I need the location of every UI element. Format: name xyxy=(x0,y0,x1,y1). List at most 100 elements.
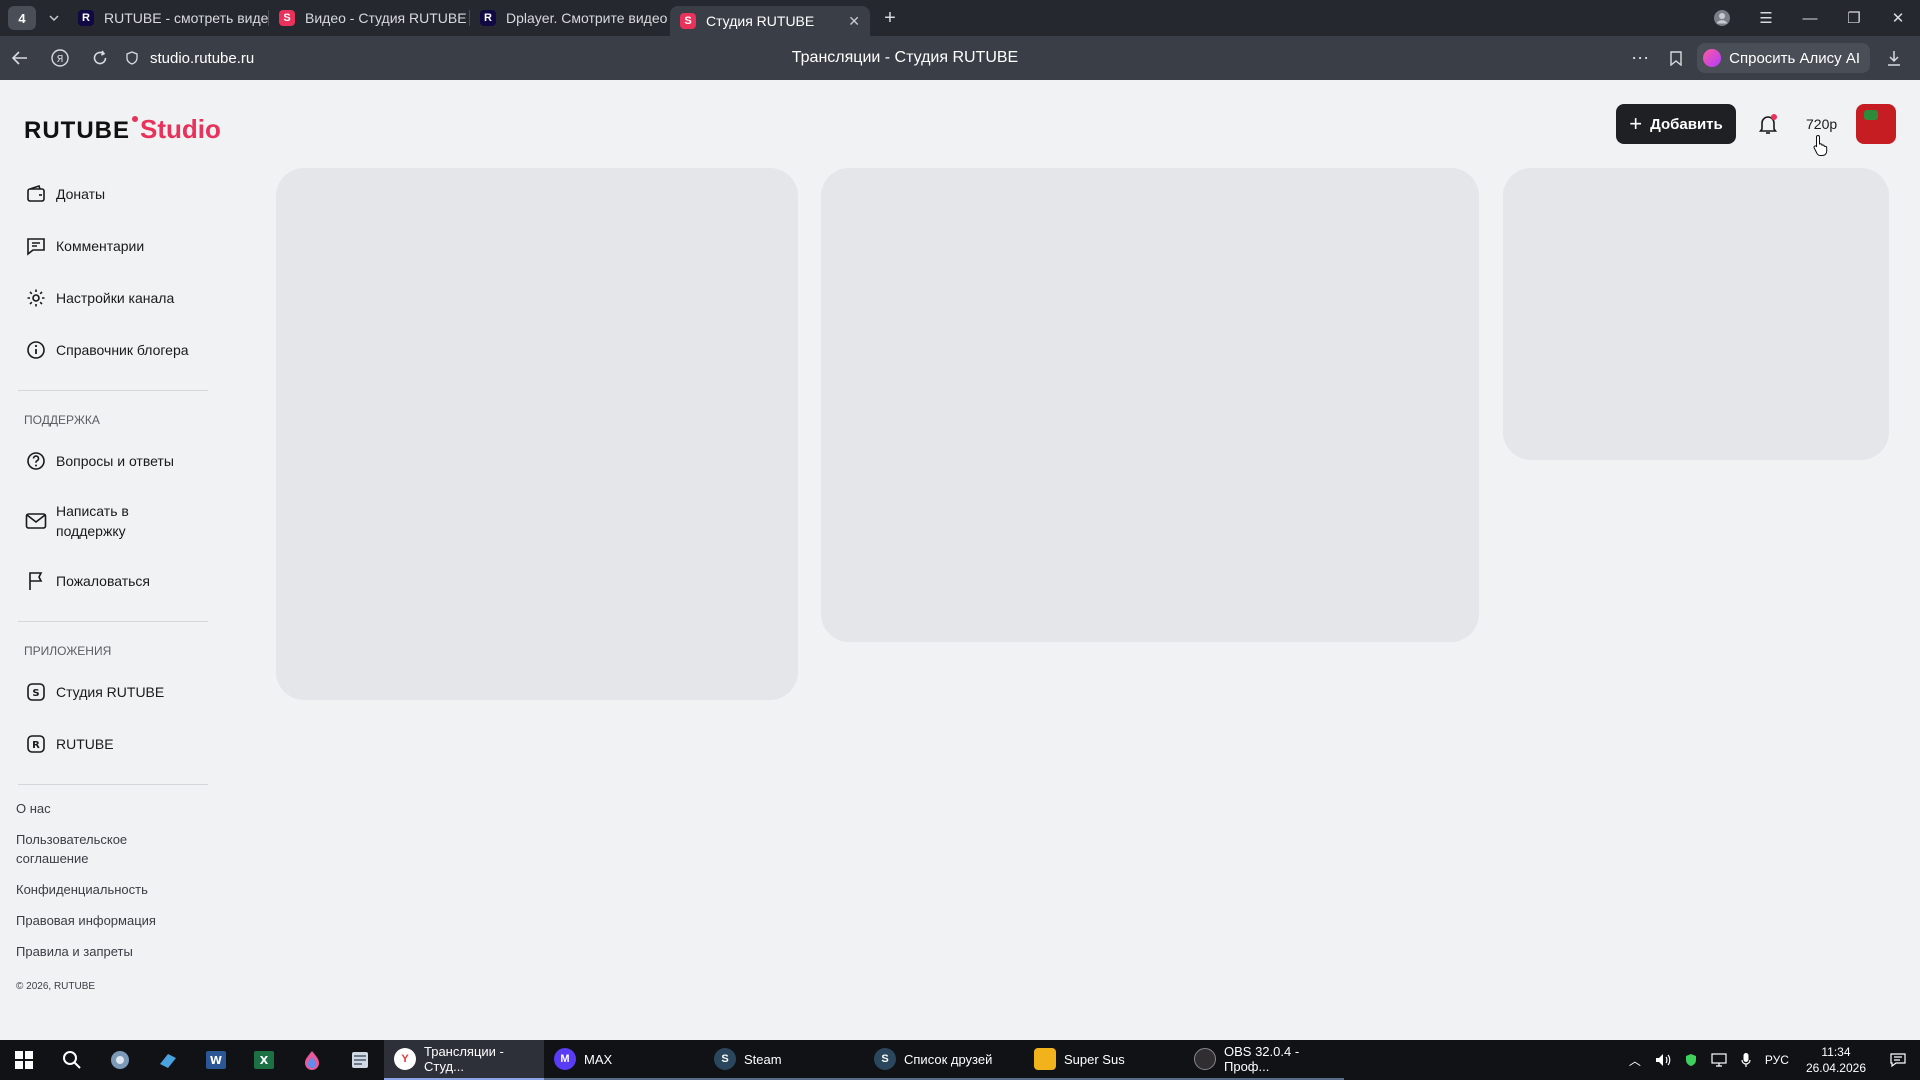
chevron-up-icon[interactable]: ︿ xyxy=(1622,1040,1648,1080)
taskbar-app-label: Список друзей xyxy=(904,1051,993,1067)
pinned-app-icon[interactable] xyxy=(144,1040,192,1080)
browser-tab[interactable]: R RUTUBE - смотреть виде xyxy=(68,4,268,32)
rutube-studio-logo[interactable]: RUTUBE Studio xyxy=(24,114,221,145)
clock[interactable]: 11:34 26.04.2026 xyxy=(1796,1044,1876,1076)
tab-label: Видео - Студия RUTUBE xyxy=(305,10,467,26)
add-button[interactable]: + Добавить xyxy=(1616,104,1736,144)
pinned-app-icon[interactable] xyxy=(96,1040,144,1080)
rutube-favicon-icon: R xyxy=(480,10,496,26)
pinned-app-icon[interactable] xyxy=(336,1040,384,1080)
close-window-icon[interactable]: ✕ xyxy=(1876,0,1920,36)
bell-icon[interactable] xyxy=(1756,112,1780,136)
network-icon[interactable] xyxy=(1704,1040,1734,1080)
taskbar-app-friends[interactable]: S Список друзей xyxy=(864,1040,1024,1080)
browser-tab-active[interactable]: S Студия RUTUBE ✕ xyxy=(670,6,870,36)
super-sus-icon xyxy=(1034,1048,1056,1070)
search-icon[interactable] xyxy=(48,1040,96,1080)
word-icon[interactable]: W xyxy=(192,1040,240,1080)
plus-icon: + xyxy=(1629,111,1643,136)
sidebar-item-channel-settings[interactable]: Настройки канала xyxy=(0,272,230,324)
sidebar-item-comments[interactable]: Комментарии xyxy=(0,220,230,272)
yandex-browser-icon: Y xyxy=(394,1048,416,1070)
minimize-icon[interactable]: — xyxy=(1788,0,1832,36)
address-bar: Я studio.rutube.ru Трансляции - Студия R… xyxy=(0,36,1920,80)
browser-tab-bar: 4 R RUTUBE - смотреть виде S Видео - Сту… xyxy=(0,0,1920,36)
sidebar-item-report[interactable]: Пожаловаться xyxy=(0,555,230,607)
sidebar-item-label: Настройки канала xyxy=(56,290,175,306)
logo-rutube-text: RUTUBE xyxy=(24,117,130,144)
skeleton-card xyxy=(276,168,798,700)
excel-icon[interactable]: X xyxy=(240,1040,288,1080)
sidebar-divider xyxy=(18,784,208,785)
sidebar-item-label: RUTUBE xyxy=(56,736,114,752)
taskbar-app-steam[interactable]: S Steam xyxy=(704,1040,864,1080)
rutube-favicon-icon: R xyxy=(78,10,94,26)
taskbar-app-label: Трансляции - Студ... xyxy=(424,1044,504,1074)
shield-tray-icon[interactable] xyxy=(1678,1040,1704,1080)
taskbar-app-max[interactable]: M MAX xyxy=(544,1040,704,1080)
close-icon[interactable]: ✕ xyxy=(848,13,860,30)
info-icon xyxy=(24,338,48,362)
browser-tab[interactable]: S Видео - Студия RUTUBE xyxy=(269,4,469,32)
quality-badge[interactable]: 720p xyxy=(1806,112,1837,136)
sidebar-item-donations[interactable]: Донаты xyxy=(0,168,230,220)
tab-label: RUTUBE - смотреть виде xyxy=(104,10,268,26)
taskbar-app-super-sus[interactable]: Super Sus xyxy=(1024,1040,1184,1080)
footer-link-privacy[interactable]: Конфиденциальность xyxy=(16,880,176,899)
studio-app-icon: S xyxy=(24,680,48,704)
steam-friends-icon: S xyxy=(874,1048,896,1070)
ask-alice-button[interactable]: Спросить Алису AI xyxy=(1697,43,1870,73)
microphone-icon[interactable] xyxy=(1734,1040,1758,1080)
yandex-icon[interactable]: Я xyxy=(40,42,80,74)
profile-icon[interactable] xyxy=(1700,0,1744,36)
more-icon[interactable]: ⋯ xyxy=(1625,42,1655,74)
download-icon[interactable] xyxy=(1876,42,1912,74)
footer-link-rules[interactable]: Правила и запреты xyxy=(16,942,176,961)
sidebar: Донаты Комментарии Настройки канала Спра… xyxy=(0,168,230,992)
new-tab-button[interactable]: + xyxy=(878,6,902,30)
ask-alice-label: Спросить Алису AI xyxy=(1729,49,1860,67)
bookmark-icon[interactable] xyxy=(1661,42,1691,74)
sidebar-item-faq[interactable]: Вопросы и ответы xyxy=(0,435,230,487)
tab-counter[interactable]: 4 xyxy=(8,6,36,30)
logo-studio-text: Studio xyxy=(140,114,221,144)
taskbar-app-label: MAX xyxy=(584,1051,613,1067)
menu-icon[interactable]: ☰ xyxy=(1744,0,1788,36)
clock-date: 26.04.2026 xyxy=(1805,1061,1866,1075)
tab-label: Студия RUTUBE xyxy=(706,13,815,29)
rutube-app-icon: R xyxy=(24,732,48,756)
sidebar-item-contact-support[interactable]: Написать в поддержку xyxy=(0,487,230,555)
url-field[interactable]: studio.rutube.ru xyxy=(150,50,254,67)
hand-cursor-icon xyxy=(1813,134,1829,156)
taskbar-app-obs[interactable]: OBS 32.0.4 - Проф... xyxy=(1184,1040,1344,1080)
sidebar-item-studio-app[interactable]: S Студия RUTUBE xyxy=(0,666,230,718)
avatar[interactable] xyxy=(1856,104,1896,144)
sidebar-item-blogger-guide[interactable]: Справочник блогера xyxy=(0,324,230,376)
browser-tab[interactable]: R Dplayer. Смотрите видео xyxy=(470,4,670,32)
svg-text:S: S xyxy=(32,688,39,699)
chevron-down-icon[interactable] xyxy=(40,6,68,30)
restore-icon[interactable]: ❐ xyxy=(1832,0,1876,36)
back-arrow-icon[interactable] xyxy=(0,42,40,74)
footer-link-legal[interactable]: Правовая информация xyxy=(16,911,176,930)
notification-icon[interactable] xyxy=(1876,1040,1920,1080)
shield-icon[interactable] xyxy=(120,42,144,74)
pinned-app-icon[interactable] xyxy=(288,1040,336,1080)
taskbar-app-browser[interactable]: Y Трансляции - Студ... xyxy=(384,1040,544,1080)
volume-icon[interactable] xyxy=(1648,1040,1678,1080)
window-controls: ☰ — ❐ ✕ xyxy=(1700,0,1920,36)
skeleton-card xyxy=(821,168,1479,642)
sidebar-divider xyxy=(18,621,208,622)
footer-link-about[interactable]: О нас xyxy=(16,799,176,818)
taskbar-app-label: Super Sus xyxy=(1064,1051,1125,1067)
sidebar-item-label: Донаты xyxy=(56,186,106,202)
section-title-support: ПОДДЕРЖКА xyxy=(24,413,100,427)
footer-link-user-agreement[interactable]: Пользовательское соглашение xyxy=(16,830,176,868)
reload-icon[interactable] xyxy=(80,42,120,74)
sidebar-item-label: Вопросы и ответы xyxy=(56,453,174,469)
sidebar-item-rutube-app[interactable]: R RUTUBE xyxy=(0,718,230,770)
svg-text:Я: Я xyxy=(57,54,64,65)
taskbar-app-label: Steam xyxy=(744,1051,782,1067)
language-indicator[interactable]: РУС xyxy=(1758,1040,1796,1080)
windows-start-icon[interactable] xyxy=(0,1040,48,1080)
